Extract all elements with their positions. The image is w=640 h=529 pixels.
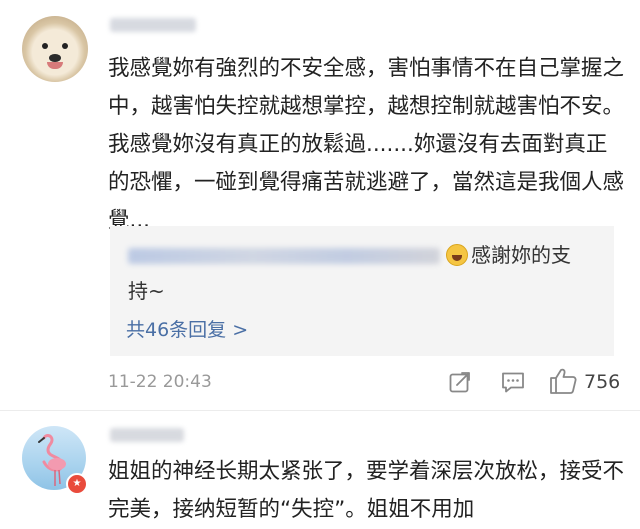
reply-text-continued: 持~ <box>128 279 165 303</box>
comment-text: 我感覺妳有強烈的不安全感，害怕事情不在自己掌握之中，越害怕失控就越想掌控，越想控… <box>108 56 625 233</box>
avatar-eye <box>62 43 68 49</box>
like-count: 756 <box>584 371 621 393</box>
username-blurred[interactable] <box>110 18 196 32</box>
share-icon[interactable] <box>448 370 472 394</box>
avatar[interactable] <box>22 16 88 82</box>
comment-timestamp: 11-22 20:43 <box>108 372 212 392</box>
reply-text: 感謝妳的支 <box>471 243 571 267</box>
comment-icon[interactable] <box>500 370 526 394</box>
avatar-eye <box>42 43 48 49</box>
verified-badge-icon: ★ <box>66 473 88 495</box>
laughing-emoji-icon <box>446 244 468 266</box>
avatar-nose <box>49 54 61 62</box>
divider <box>0 410 640 411</box>
username-blurred[interactable] <box>110 428 184 442</box>
thumbs-up-icon[interactable] <box>548 366 578 396</box>
avatar-mouth <box>47 62 63 69</box>
view-replies-link[interactable]: 共46条回复 > <box>126 315 248 345</box>
reply-author-blurred <box>128 248 440 264</box>
comment-text: 姐姐的神经长期太紧张了，要学着深层次放松，接受不完美，接纳短暂的“失控”。姐姐不… <box>108 459 625 522</box>
